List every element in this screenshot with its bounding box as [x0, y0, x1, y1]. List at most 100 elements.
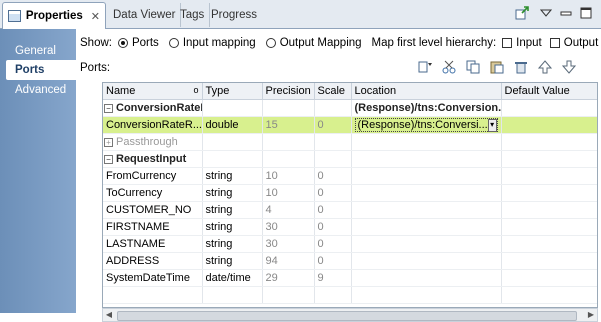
table-row[interactable]: FromCurrency string 10 0: [103, 167, 597, 185]
input-checkbox[interactable]: [502, 38, 513, 48]
cell-precision[interactable]: 30: [262, 218, 315, 236]
cell-scale[interactable]: 0: [314, 167, 352, 185]
cell-name[interactable]: ConversionRateR...: [103, 116, 203, 134]
cell-location[interactable]: [351, 167, 502, 185]
view-menu-icon[interactable]: [538, 5, 554, 21]
cell-precision[interactable]: 4: [262, 201, 315, 219]
cell-location[interactable]: [351, 235, 502, 253]
cell-default[interactable]: [501, 184, 597, 202]
output-mapping-radio[interactable]: [265, 38, 276, 48]
table-row[interactable]: ConversionRateR... double 15 0 (Response)/tn…: [103, 116, 597, 134]
column-header-precision[interactable]: Precision: [262, 83, 315, 100]
cell-precision[interactable]: [262, 133, 315, 151]
cell-location[interactable]: [351, 201, 502, 219]
table-row[interactable]: CUSTOMER_NO string 4 0: [103, 201, 597, 219]
cell-type[interactable]: double: [202, 116, 263, 134]
cell-scale[interactable]: 0: [314, 218, 352, 236]
cell-precision[interactable]: 10: [262, 167, 315, 185]
table-row[interactable]: ADDRESS string 94 0: [103, 252, 597, 270]
cell-precision[interactable]: [262, 150, 315, 168]
cell-scale[interactable]: 0: [314, 184, 352, 202]
copy-icon[interactable]: [464, 59, 482, 75]
cell-default[interactable]: [501, 99, 597, 117]
dropdown-arrow-icon[interactable]: ▾: [487, 118, 497, 132]
location-dropdown[interactable]: (Response)/tns:Conversi... ▾: [354, 118, 498, 132]
cell-precision[interactable]: 29: [262, 269, 315, 287]
cell-precision[interactable]: 10: [262, 184, 315, 202]
cell-location[interactable]: (Response)/tns:Conversion...: [351, 99, 502, 117]
cell-scale[interactable]: [314, 150, 352, 168]
tab-data-viewer[interactable]: Data Viewer: [108, 3, 182, 27]
column-header-scale[interactable]: Scale: [314, 83, 352, 100]
sidebar-item-advanced[interactable]: Advanced: [6, 80, 72, 100]
cell-name[interactable]: ADDRESS: [103, 252, 203, 270]
cell-default[interactable]: [501, 218, 597, 236]
cell-scale[interactable]: 0: [314, 201, 352, 219]
cell-type[interactable]: string: [202, 252, 263, 270]
cell-precision[interactable]: [262, 99, 315, 117]
cell-precision[interactable]: 94: [262, 252, 315, 270]
move-up-icon[interactable]: [536, 59, 554, 75]
cell-default[interactable]: [501, 133, 597, 151]
table-row[interactable]: FIRSTNAME string 30 0: [103, 218, 597, 236]
table-row[interactable]: + Passthrough: [103, 133, 597, 151]
cell-name[interactable]: CUSTOMER_NO: [103, 201, 203, 219]
cell-default[interactable]: [501, 201, 597, 219]
tab-progress[interactable]: Progress: [206, 3, 262, 27]
cell-name[interactable]: LASTNAME: [103, 235, 203, 253]
cell-default[interactable]: [501, 150, 597, 168]
cell-precision[interactable]: 15: [262, 116, 315, 134]
close-icon[interactable]: ✕: [91, 10, 100, 23]
ports-radio[interactable]: [117, 38, 128, 48]
scroll-right-icon[interactable]: ▶: [585, 309, 597, 321]
cell-name[interactable]: + Passthrough: [103, 133, 203, 151]
cell-location[interactable]: [351, 269, 502, 287]
cell-scale[interactable]: 0: [314, 252, 352, 270]
cell-default[interactable]: [501, 252, 597, 270]
table-row[interactable]: ToCurrency string 10 0: [103, 184, 597, 202]
cell-location[interactable]: (Response)/tns:Conversi... ▾: [351, 116, 502, 134]
cell-location[interactable]: [351, 218, 502, 236]
cell-type[interactable]: string: [202, 184, 263, 202]
new-port-icon[interactable]: [416, 59, 434, 75]
tab-tags[interactable]: Tags: [175, 3, 211, 27]
cell-scale[interactable]: 0: [314, 235, 352, 253]
cell-precision[interactable]: 30: [262, 235, 315, 253]
cell-name[interactable]: SystemDateTime: [103, 269, 203, 287]
cell-default[interactable]: [501, 116, 597, 134]
sidebar-item-ports[interactable]: Ports: [6, 60, 76, 80]
cell-type[interactable]: [202, 99, 263, 117]
cell-scale[interactable]: 0: [314, 116, 352, 134]
cell-default[interactable]: [501, 167, 597, 185]
cell-type[interactable]: string: [202, 235, 263, 253]
cell-type[interactable]: string: [202, 218, 263, 236]
table-row[interactable]: LASTNAME string 30 0: [103, 235, 597, 253]
cell-type[interactable]: [202, 133, 263, 151]
cell-default[interactable]: [501, 269, 597, 287]
cell-scale[interactable]: [314, 99, 352, 117]
cell-name[interactable]: FromCurrency: [103, 167, 203, 185]
column-header-default-value[interactable]: Default Value: [501, 83, 597, 100]
column-header-location[interactable]: Location: [351, 83, 502, 100]
collapse-icon[interactable]: −: [104, 154, 113, 164]
cell-name[interactable]: − RequestInput: [103, 150, 203, 168]
cell-scale[interactable]: 9: [314, 269, 352, 287]
cell-name[interactable]: −ConversionRateResponse: [103, 99, 203, 117]
cell-type[interactable]: [202, 150, 263, 168]
paste-icon[interactable]: [488, 59, 506, 75]
tab-properties[interactable]: Properties ✕: [2, 2, 106, 29]
pin-view-icon[interactable]: [514, 5, 530, 21]
delete-icon[interactable]: [512, 59, 530, 75]
sidebar-item-general[interactable]: General: [6, 41, 72, 61]
scroll-left-icon[interactable]: ◀: [103, 309, 115, 321]
column-header-name[interactable]: Name o: [103, 83, 203, 100]
collapse-icon[interactable]: −: [104, 103, 113, 113]
cell-type[interactable]: date/time: [202, 269, 263, 287]
table-row[interactable]: − RequestInput: [103, 150, 597, 168]
horizontal-scrollbar[interactable]: ◀ ▶: [102, 308, 598, 322]
cell-location[interactable]: [351, 133, 502, 151]
minimize-icon[interactable]: [558, 5, 574, 21]
cell-type[interactable]: string: [202, 201, 263, 219]
input-mapping-radio[interactable]: [168, 38, 179, 48]
cut-icon[interactable]: [440, 59, 458, 75]
